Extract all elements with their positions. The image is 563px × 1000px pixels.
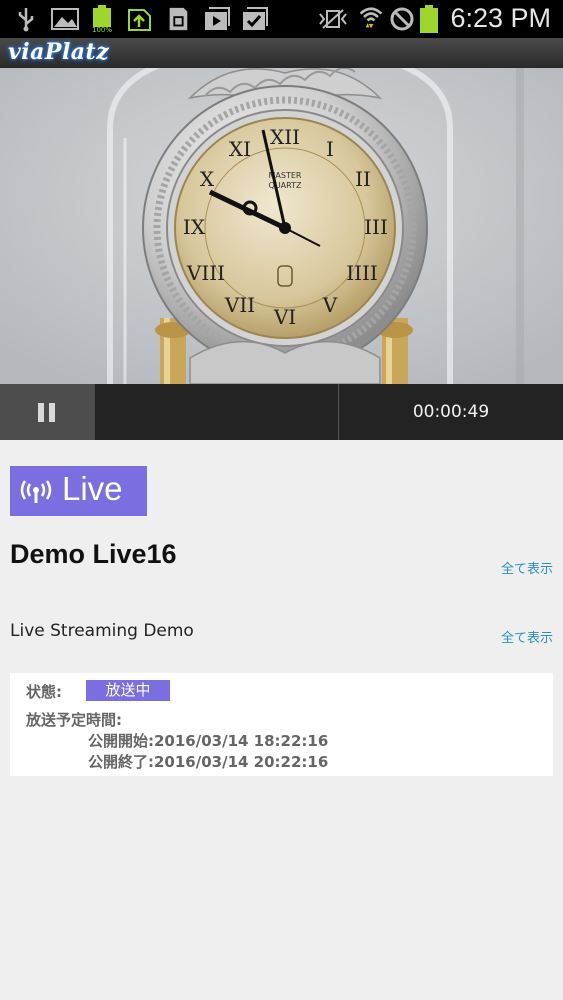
seek-bar[interactable] xyxy=(95,384,338,440)
schedule-label: 放送予定時間: xyxy=(26,711,122,729)
image-icon xyxy=(51,8,79,30)
vibrate-off-icon xyxy=(319,9,347,29)
video-frame: XII I II III IIII V VI VII VIII IX X XI … xyxy=(0,68,563,384)
live-label: Live xyxy=(62,470,123,507)
player-controls: 00:00:49 xyxy=(0,384,563,440)
battery-full-icon: 100% xyxy=(91,5,113,35)
svg-text:V: V xyxy=(322,293,338,317)
status-badge: 放送中 xyxy=(86,680,170,701)
upload-icon xyxy=(128,9,151,31)
publish-end: 公開終了:2016/03/14 20:22:16 xyxy=(88,753,329,771)
svg-text:VI: VI xyxy=(273,305,296,329)
svg-text:VII: VII xyxy=(224,293,255,317)
svg-text:X: X xyxy=(200,167,215,191)
battery-percent: 100% xyxy=(91,26,112,34)
show-all-title-link[interactable]: 全て表示 xyxy=(501,558,553,577)
pause-button[interactable] xyxy=(0,384,95,440)
broadcast-icon xyxy=(20,480,52,503)
show-all-description-link[interactable]: 全て表示 xyxy=(501,627,553,646)
pause-icon-bar xyxy=(49,403,55,422)
live-badge: Live xyxy=(10,466,147,516)
program-title: Demo Live16 xyxy=(10,539,177,569)
status-bar: 100% 6:23 PM xyxy=(0,0,563,38)
app-logo: viaPlatz xyxy=(8,39,110,65)
elapsed-time: 00:00:49 xyxy=(412,402,490,422)
status-label: 状態: xyxy=(26,683,62,701)
checklist-icon xyxy=(243,7,268,30)
svg-text:XII: XII xyxy=(270,125,300,149)
publish-start: 公開開始:2016/03/14 18:22:16 xyxy=(88,732,329,750)
wifi-icon xyxy=(359,7,383,29)
svg-text:II: II xyxy=(355,167,371,191)
program-description: Live Streaming Demo xyxy=(10,621,194,641)
svg-text:III: III xyxy=(364,215,388,239)
svg-text:I: I xyxy=(326,137,334,161)
media-play-icon xyxy=(205,7,230,30)
usb-icon xyxy=(18,8,34,32)
status-time: 6:23 PM xyxy=(450,3,551,33)
broadcast-info-panel: 状態: 放送中 放送予定時間: 公開開始:2016/03/14 18:22:16… xyxy=(10,673,553,776)
svg-text:XI: XI xyxy=(229,137,251,161)
blocked-icon xyxy=(390,7,414,31)
sd-card-icon xyxy=(169,7,188,31)
app-header: viaPlatz xyxy=(0,38,563,68)
svg-text:IX: IX xyxy=(183,215,206,239)
battery-icon xyxy=(420,5,438,33)
svg-text:VIII: VIII xyxy=(186,261,225,285)
video-player[interactable]: XII I II III IIII V VI VII VIII IX X XI … xyxy=(0,68,563,384)
svg-text:IIII: IIII xyxy=(346,261,378,285)
pause-icon xyxy=(38,403,44,422)
